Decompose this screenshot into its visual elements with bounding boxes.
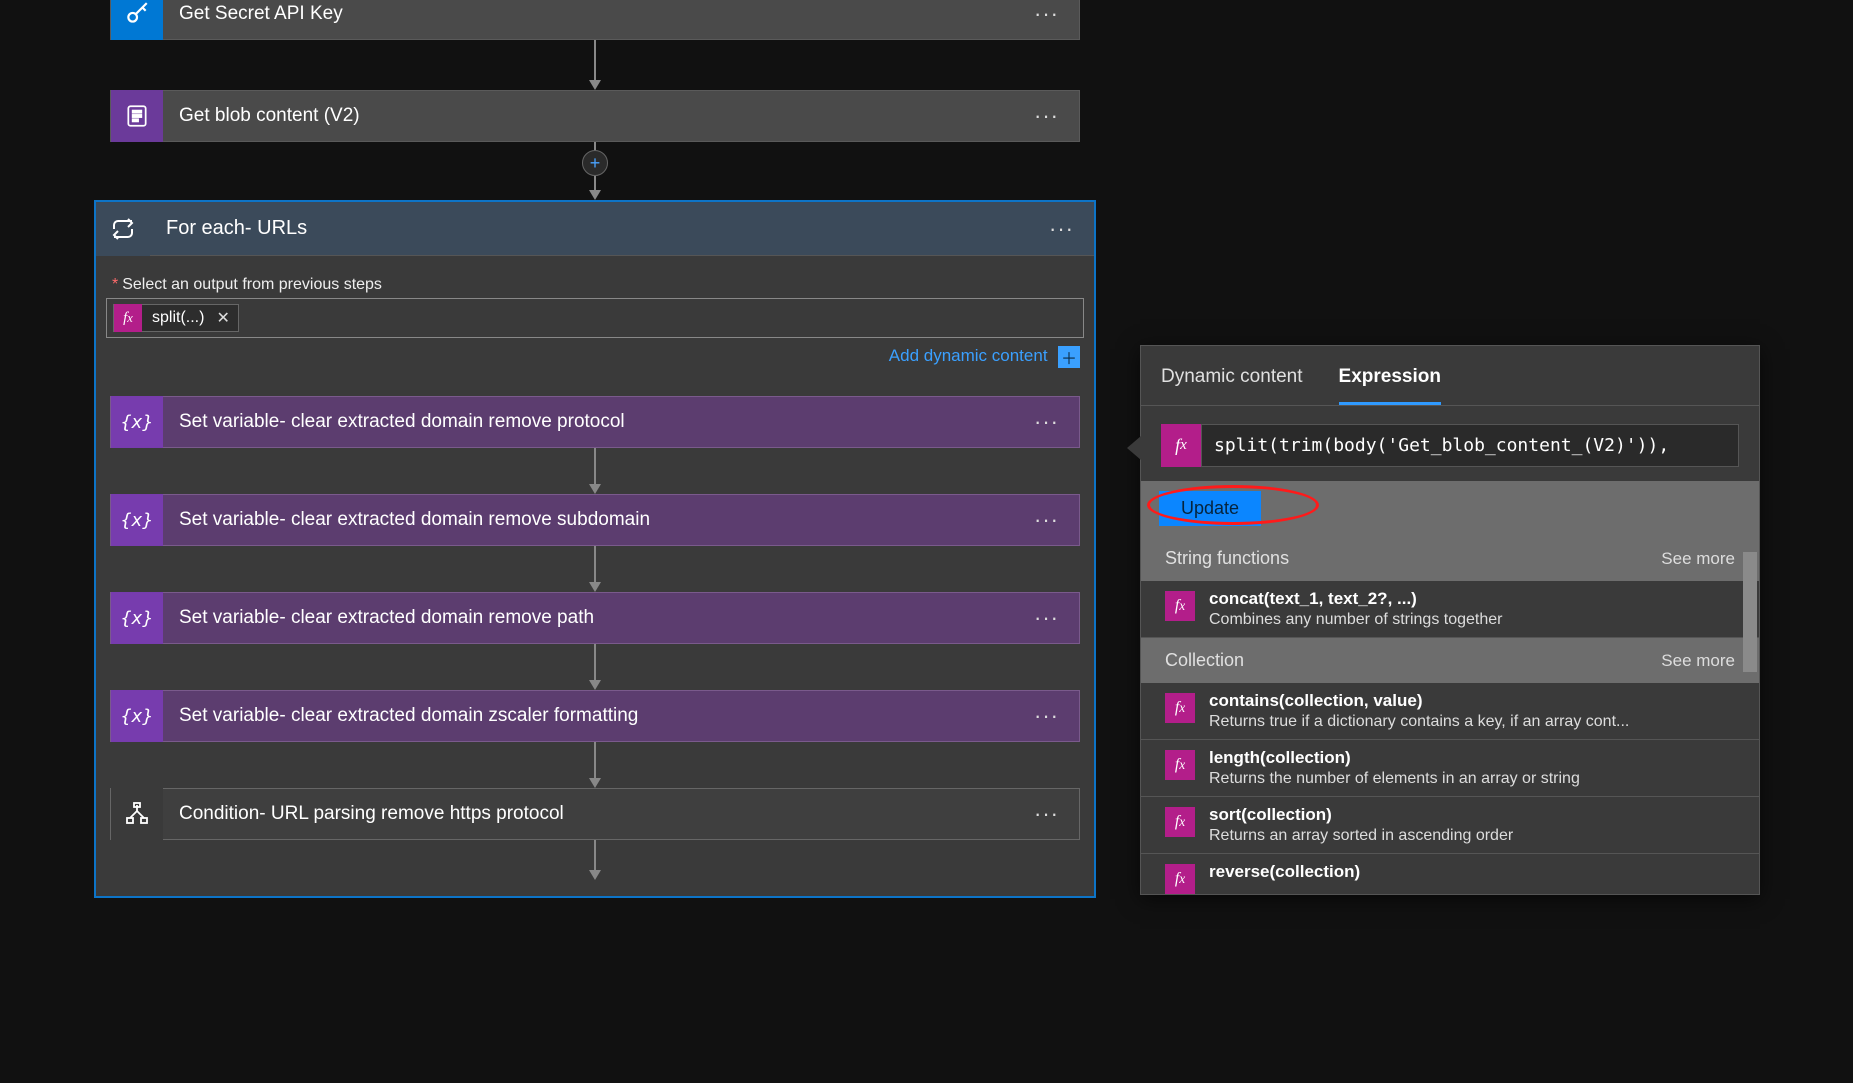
scrollbar-thumb[interactable]: [1743, 552, 1757, 672]
fx-icon: fx: [1165, 807, 1195, 837]
function-list[interactable]: String functions See more fx concat(text…: [1141, 536, 1759, 894]
fx-icon: fx: [1165, 750, 1195, 780]
function-reverse[interactable]: fx reverse(collection): [1141, 854, 1759, 894]
variable-icon: {x}: [111, 396, 163, 448]
variable-icon: {x}: [111, 494, 163, 546]
category-header-string: String functions See more: [1141, 536, 1759, 581]
step-get-secret[interactable]: Get Secret API Key ···: [110, 0, 1080, 40]
tab-expression[interactable]: Expression: [1339, 366, 1441, 405]
blob-icon: [111, 90, 163, 142]
workflow-canvas: Get Secret API Key ··· Get blob content …: [70, 0, 1120, 898]
variable-icon: {x}: [111, 690, 163, 742]
foreach-body: *Select an output from previous steps fx…: [96, 256, 1094, 896]
step-condition[interactable]: Condition- URL parsing remove https prot…: [110, 788, 1080, 840]
step-menu[interactable]: ···: [1029, 216, 1094, 242]
connector-arrow: [106, 644, 1084, 690]
token-remove[interactable]: ✕: [214, 308, 237, 328]
see-more-link[interactable]: See more: [1661, 549, 1735, 569]
step-label: Set variable- clear extracted domain zsc…: [163, 705, 1014, 727]
add-step-button[interactable]: +: [582, 150, 608, 176]
foreach-container: For each- URLs ··· *Select an output fro…: [94, 200, 1096, 898]
function-signature: sort(collection): [1209, 805, 1735, 825]
foreach-title: For each- URLs: [150, 217, 1029, 240]
step-menu[interactable]: ···: [1014, 1, 1079, 27]
variable-icon: {x}: [111, 592, 163, 644]
step-label: Set variable- clear extracted domain rem…: [163, 607, 1014, 629]
connector-arrow: [106, 448, 1084, 494]
step-menu[interactable]: ···: [1014, 801, 1079, 827]
function-description: Returns an array sorted in ascending ord…: [1209, 827, 1735, 845]
fx-icon: fx: [1165, 693, 1195, 723]
category-header-collection: Collection See more: [1141, 638, 1759, 683]
step-menu[interactable]: ···: [1014, 409, 1079, 435]
step-menu[interactable]: ···: [1014, 605, 1079, 631]
foreach-header[interactable]: For each- URLs ···: [96, 202, 1094, 256]
update-row: Update: [1141, 481, 1759, 536]
function-description: Returns true if a dictionary contains a …: [1209, 713, 1735, 731]
step-get-blob[interactable]: Get blob content (V2) ···: [110, 90, 1080, 142]
expression-input[interactable]: split(trim(body('Get_blob_content_(V2)')…: [1201, 424, 1739, 467]
see-more-link[interactable]: See more: [1661, 651, 1735, 671]
step-label: Get Secret API Key: [163, 3, 1014, 25]
expression-row: fx split(trim(body('Get_blob_content_(V2…: [1161, 424, 1739, 467]
step-set-variable[interactable]: {x} Set variable- clear extracted domain…: [110, 494, 1080, 546]
step-label: Set variable- clear extracted domain rem…: [163, 509, 1014, 531]
function-signature: length(collection): [1209, 748, 1735, 768]
fx-icon: fx: [1165, 864, 1195, 894]
field-label: *Select an output from previous steps: [112, 276, 1084, 294]
update-button[interactable]: Update: [1159, 491, 1261, 526]
fx-icon: fx: [1165, 591, 1195, 621]
tab-dynamic-content[interactable]: Dynamic content: [1161, 366, 1303, 405]
function-sort[interactable]: fx sort(collection) Returns an array sor…: [1141, 797, 1759, 854]
connector-arrow: [106, 546, 1084, 592]
expression-token[interactable]: fx split(...) ✕: [113, 304, 239, 332]
connector-arrow: [106, 742, 1084, 788]
step-menu[interactable]: ···: [1014, 703, 1079, 729]
category-name: Collection: [1165, 650, 1244, 671]
step-label: Condition- URL parsing remove https prot…: [163, 803, 1014, 825]
loop-icon: [96, 202, 150, 256]
function-description: Returns the number of elements in an arr…: [1209, 770, 1735, 788]
add-dynamic-content-button[interactable]: ＋: [1058, 346, 1080, 368]
fx-icon: fx: [114, 304, 142, 332]
step-menu[interactable]: ···: [1014, 103, 1079, 129]
function-length[interactable]: fx length(collection) Returns the number…: [1141, 740, 1759, 797]
function-signature: concat(text_1, text_2?, ...): [1209, 589, 1735, 609]
step-label: Set variable- clear extracted domain rem…: [163, 411, 1014, 433]
step-label: Get blob content (V2): [163, 105, 1014, 127]
fx-icon: fx: [1161, 424, 1201, 467]
connector-arrow: [70, 40, 1120, 90]
step-set-variable[interactable]: {x} Set variable- clear extracted domain…: [110, 592, 1080, 644]
token-text: split(...): [142, 309, 214, 327]
function-concat[interactable]: fx concat(text_1, text_2?, ...) Combines…: [1141, 581, 1759, 638]
key-icon: [111, 0, 163, 40]
step-menu[interactable]: ···: [1014, 507, 1079, 533]
function-signature: contains(collection, value): [1209, 691, 1735, 711]
add-dynamic-content-link[interactable]: Add dynamic content: [889, 346, 1048, 365]
step-set-variable[interactable]: {x} Set variable- clear extracted domain…: [110, 690, 1080, 742]
function-description: Combines any number of strings together: [1209, 611, 1735, 629]
expression-panel: Dynamic content Expression fx split(trim…: [1140, 345, 1760, 895]
function-contains[interactable]: fx contains(collection, value) Returns t…: [1141, 683, 1759, 740]
select-output-field[interactable]: fx split(...) ✕: [106, 298, 1084, 338]
connector-arrow: [106, 840, 1084, 886]
function-signature: reverse(collection): [1209, 862, 1735, 882]
category-name: String functions: [1165, 548, 1289, 569]
connector-arrow: +: [70, 142, 1120, 200]
step-set-variable[interactable]: {x} Set variable- clear extracted domain…: [110, 396, 1080, 448]
tabs: Dynamic content Expression: [1141, 346, 1759, 406]
condition-icon: [111, 788, 163, 840]
